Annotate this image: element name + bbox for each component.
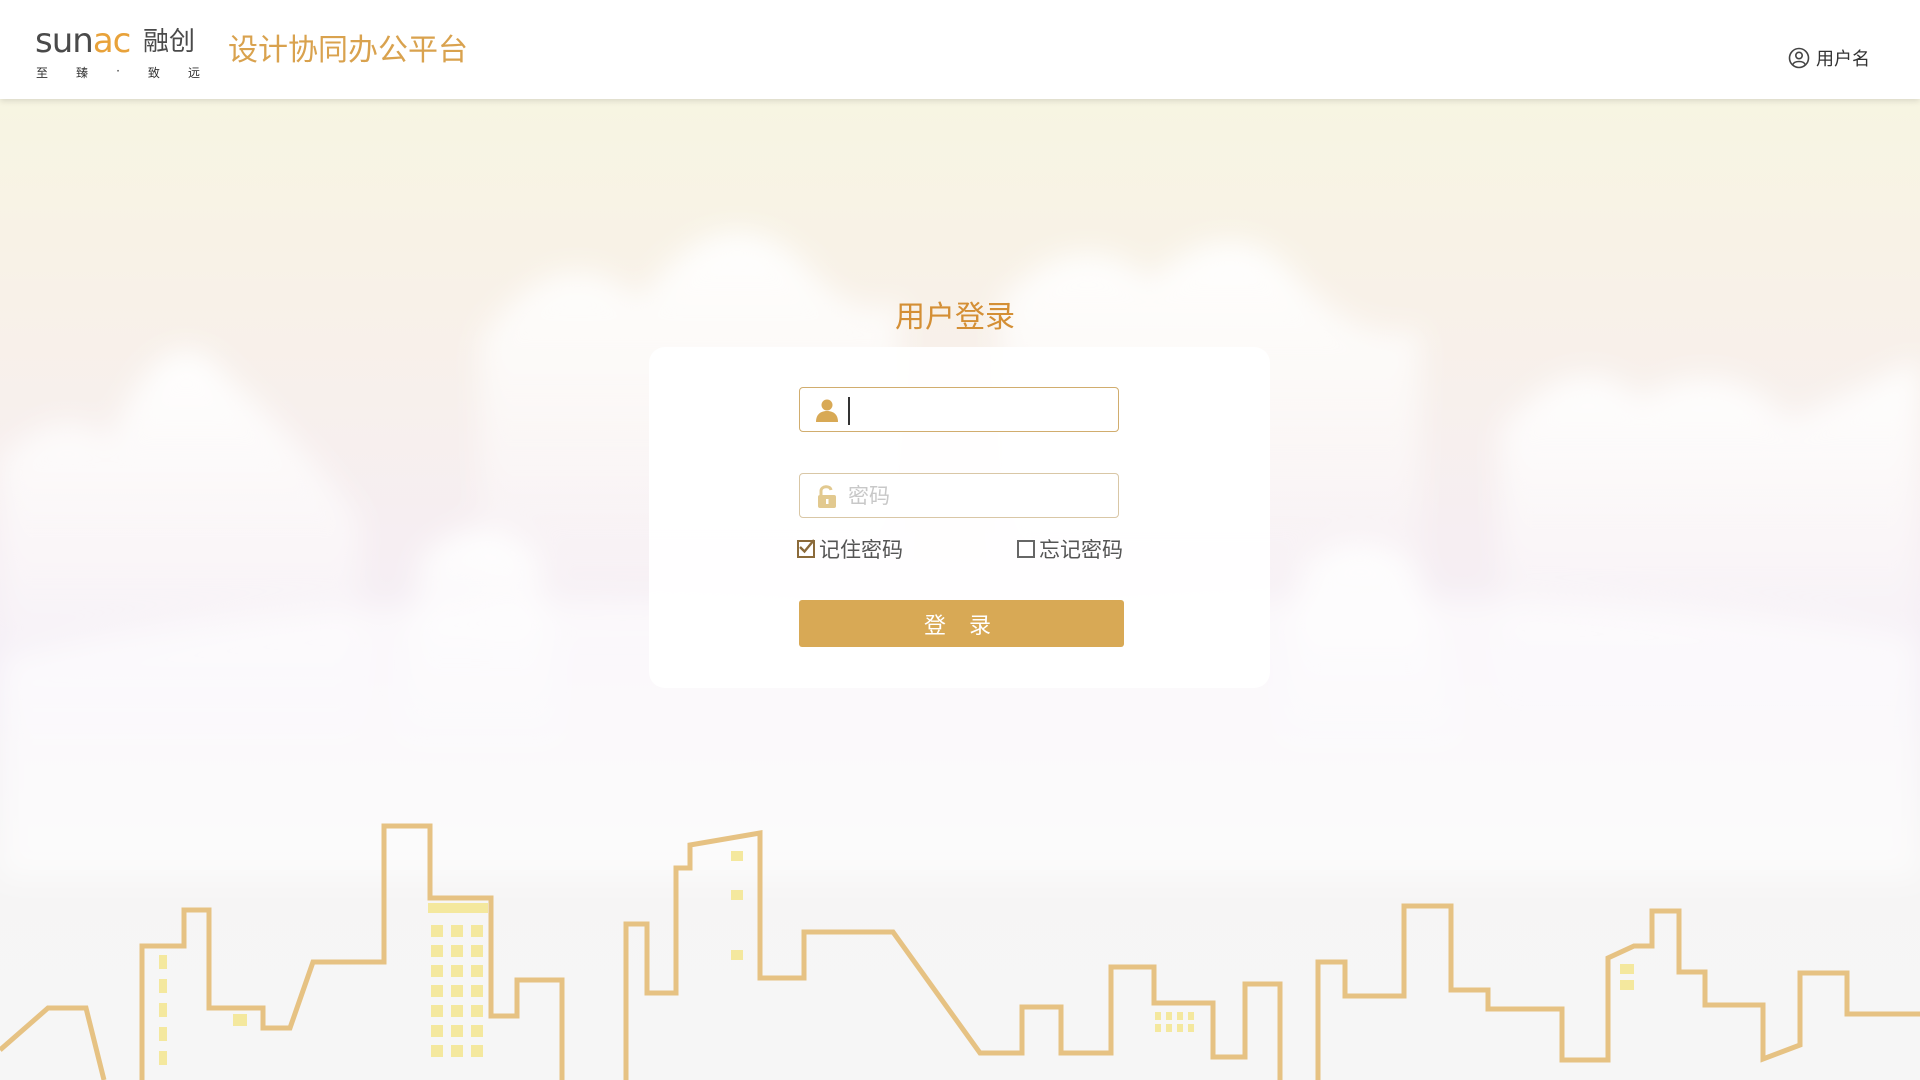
top-header: SUNAC 融创 至 臻 · 致 远 设计协同办公平台 用户名 (0, 0, 1920, 99)
person-icon (816, 399, 838, 422)
platform-title: 设计协同办公平台 (228, 33, 468, 68)
slogan-char: 远 (187, 66, 200, 80)
logo-word-left: SUN (35, 21, 94, 61)
username-input[interactable] (848, 394, 1103, 426)
logo-word-right: AC (92, 21, 132, 61)
login-button[interactable]: 登 录 (799, 600, 1124, 647)
lock-icon (818, 485, 836, 508)
forget-password-label: 忘记密码 (1039, 538, 1123, 562)
password-field[interactable] (799, 473, 1119, 518)
slogan-char: · (116, 64, 120, 78)
slogan-char: 至 (36, 66, 49, 80)
logo-wordmark: SUNAC (35, 21, 132, 61)
remember-password-label: 记住密码 (819, 538, 903, 562)
slogan-char: 致 (147, 66, 160, 80)
user-menu[interactable]: 用户名 (1788, 45, 1870, 71)
remember-password-checkbox[interactable]: 记住密码 (797, 534, 903, 564)
login-title: 用户登录 (895, 300, 1015, 335)
sunac-logo: SUNAC 融创 至 臻 · 致 远 (35, 24, 200, 82)
username-field[interactable] (799, 387, 1119, 432)
user-circle-icon (1788, 47, 1810, 69)
login-card: 记住密码 忘记密码 登 录 (649, 347, 1270, 688)
password-input[interactable] (848, 480, 1103, 512)
slogan-char: 臻 (76, 66, 89, 80)
text-caret (848, 397, 850, 425)
checkbox-checked-icon[interactable] (797, 539, 815, 558)
forget-password-checkbox[interactable]: 忘记密码 (1017, 534, 1123, 564)
username-label: 用户名 (1816, 49, 1870, 70)
login-options: 记住密码 忘记密码 (797, 534, 1123, 564)
logo-chinese: 融创 (143, 27, 196, 57)
checkbox-unchecked-icon[interactable] (1017, 540, 1035, 558)
logo-slogan: 至 臻 · 致 远 (36, 64, 200, 81)
